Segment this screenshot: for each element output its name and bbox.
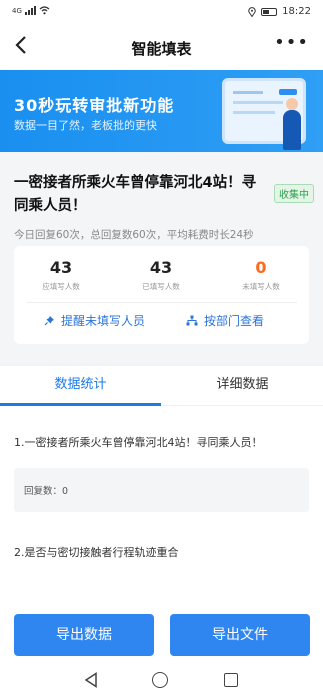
form-title: 一密接者所乘火车曾停靠河北4站！寻同乘人员！ bbox=[14, 175, 257, 214]
network-type: 4G bbox=[12, 6, 22, 15]
status-right: 18:22 bbox=[248, 6, 311, 17]
pin-icon bbox=[44, 316, 54, 326]
battery-icon bbox=[261, 7, 278, 16]
stat-filled: 43 已填写人数 bbox=[126, 258, 196, 292]
answer-box: 回复数：0 bbox=[14, 468, 309, 512]
promo-banner[interactable]: 30秒玩转审批新功能 数据一目了然，老板批的更快 bbox=[0, 70, 323, 152]
system-home-icon[interactable] bbox=[152, 672, 168, 688]
reply-count: 回复数：0 bbox=[24, 486, 69, 497]
person-illustration-head bbox=[286, 98, 298, 110]
view-by-department-button[interactable]: 按部门查看 bbox=[186, 312, 264, 329]
signal-icon bbox=[24, 6, 36, 15]
system-navigation-bar bbox=[0, 662, 323, 700]
status-badge: 收集中 bbox=[274, 184, 314, 203]
top-nav-bar: 智能填表 ••• bbox=[0, 24, 323, 70]
stat-not-filled: 0 未填写人数 bbox=[226, 258, 296, 292]
by-dept-label: 按部门查看 bbox=[204, 314, 265, 328]
tab-data-statistics[interactable]: 数据统计 bbox=[0, 366, 161, 406]
system-back-icon[interactable] bbox=[84, 672, 98, 688]
clock: 18:22 bbox=[282, 6, 311, 17]
more-options-icon[interactable]: ••• bbox=[274, 32, 309, 53]
stat-should-fill: 43 应填写人数 bbox=[26, 258, 96, 292]
stat-label: 已填写人数 bbox=[142, 282, 180, 291]
export-file-button[interactable]: 导出文件 bbox=[170, 614, 310, 656]
reply-summary: 今日回复60次，总回复数60次，平均耗费时长24秒 bbox=[14, 229, 254, 241]
question-title: 1.一密接者所乘火车曾停靠河北4站！寻同乘人员！ bbox=[14, 436, 263, 449]
divider bbox=[26, 302, 297, 303]
statistics-content: 1.一密接者所乘火车曾停靠河北4站！寻同乘人员！ 回复数：0 2.是否与密切接触… bbox=[0, 406, 323, 700]
stat-value: 0 bbox=[255, 258, 267, 277]
banner-subtitle: 数据一目了然，老板批的更快 bbox=[14, 119, 157, 132]
banner-title: 30秒玩转审批新功能 bbox=[14, 96, 175, 115]
remind-label: 提醒未填写人员 bbox=[61, 314, 146, 328]
status-left: 4G bbox=[12, 6, 50, 15]
stat-value: 43 bbox=[149, 258, 173, 277]
tab-bar: 数据统计 详细数据 bbox=[0, 366, 323, 406]
system-recents-icon[interactable] bbox=[224, 673, 238, 687]
stat-value: 43 bbox=[49, 258, 73, 277]
form-info-section: 一密接者所乘火车曾停靠河北4站！寻同乘人员！ 收集中 今日回复60次，总回复数6… bbox=[0, 152, 323, 364]
org-chart-icon bbox=[186, 315, 198, 326]
status-bar: 4G 18:22 bbox=[0, 0, 323, 24]
tab-detail-data[interactable]: 详细数据 bbox=[162, 366, 323, 406]
stats-card: 43 应填写人数 43 已填写人数 0 未填写人数 提醒未填写人员 按部门查看 bbox=[14, 246, 309, 344]
export-data-button[interactable]: 导出数据 bbox=[14, 614, 154, 656]
wifi-icon bbox=[39, 6, 50, 15]
location-icon bbox=[248, 6, 256, 17]
stat-label: 应填写人数 bbox=[42, 282, 80, 291]
remind-unfilled-button[interactable]: 提醒未填写人员 bbox=[44, 312, 145, 329]
question-title: 2.是否与密切接触者行程轨迹重合 bbox=[14, 546, 179, 559]
stat-label: 未填写人数 bbox=[242, 282, 280, 291]
person-illustration bbox=[283, 110, 301, 150]
